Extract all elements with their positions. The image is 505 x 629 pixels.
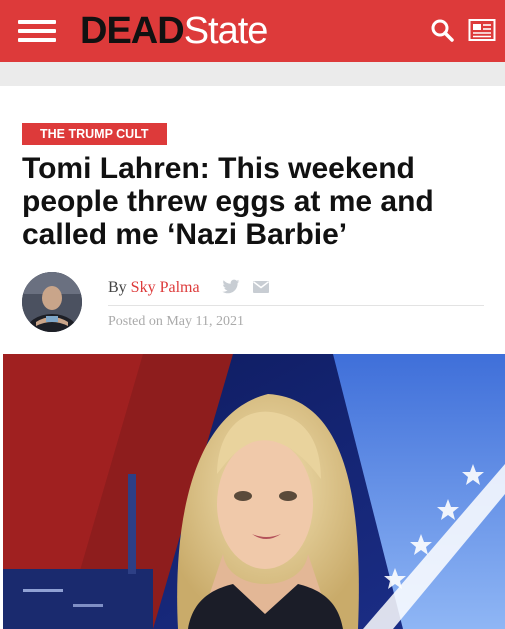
menu-icon[interactable] xyxy=(18,20,56,42)
site-logo[interactable]: DEADState xyxy=(80,10,269,52)
mail-icon[interactable] xyxy=(253,281,269,293)
header-strip xyxy=(0,62,505,86)
byline: By Sky Palma xyxy=(108,279,200,297)
hero-photo xyxy=(3,354,505,629)
article-hero-image xyxy=(3,354,505,629)
search-icon[interactable] xyxy=(430,18,454,42)
category-tag[interactable]: THE TRUMP CULT xyxy=(22,123,167,145)
logo-state: State xyxy=(183,10,269,52)
site-header: DEADState xyxy=(0,0,505,62)
post-date: Posted on May 11, 2021 xyxy=(108,314,244,329)
avatar-photo xyxy=(22,272,82,332)
author-link[interactable]: Sky Palma xyxy=(131,279,200,296)
twitter-icon[interactable] xyxy=(222,279,240,295)
article-title: Tomi Lahren: This weekend people threw e… xyxy=(22,152,434,251)
newspaper-icon[interactable] xyxy=(468,18,496,42)
byline-divider xyxy=(108,305,484,306)
logo-dead: DEAD xyxy=(80,10,185,52)
author-avatar[interactable] xyxy=(22,272,82,332)
byline-prefix: By xyxy=(108,279,127,296)
